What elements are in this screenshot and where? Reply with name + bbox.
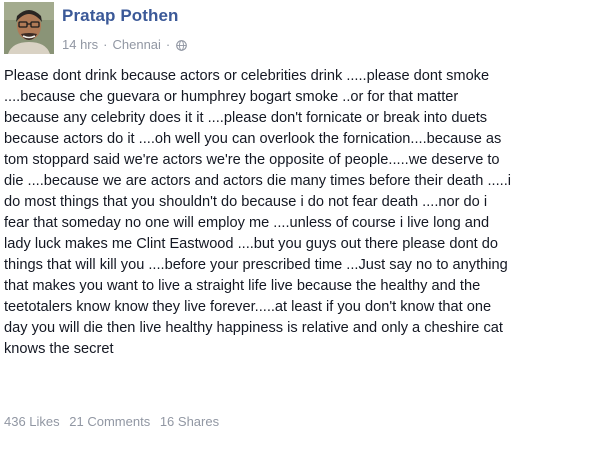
profile-photo [4,2,54,54]
post-text-line: knows the secret [4,341,114,357]
likes-count-link[interactable]: 436 Likes [4,414,60,429]
post-text-line: teetotalers know know they live forever.… [4,299,492,315]
meta-separator: · [165,37,171,52]
post-body: Please dont drink because actors or cele… [4,66,598,360]
post-meta: 14 hrs · Chennai · [62,37,188,52]
post-text-line: fear that someday no one will employ me … [4,215,490,231]
post-time[interactable]: 14 hrs [62,37,98,52]
facebook-post: Pratap Pothen 14 hrs · Chennai · Please … [0,0,600,450]
post-text-line: die ....because we are actors and actors… [4,173,511,189]
post-text-line: ....because che guevara or humphrey boga… [4,89,459,105]
post-location[interactable]: Chennai [112,37,160,52]
avatar[interactable] [4,2,54,54]
meta-separator: · [103,37,108,52]
post-text-line: that makes you want to live a straight l… [4,278,481,294]
post-text-line: lady luck makes me Clint Eastwood ....bu… [4,236,499,252]
comments-count-link[interactable]: 21 Comments [69,414,150,429]
post-text-line: do most things that you shouldn't do bec… [4,194,488,210]
shares-count-link[interactable]: 16 Shares [160,414,219,429]
post-text-line: things that will kill you ....before you… [4,257,508,273]
post-text-line: Please dont drink because actors or cele… [4,68,490,84]
post-header: Pratap Pothen 14 hrs · Chennai · [0,0,600,60]
post-text-line: because any celebrity does it it ....ple… [4,110,488,126]
post-text-line: because actors do it ....oh well you can… [4,131,502,147]
post-text-line: day you will die then live healthy happi… [4,320,503,336]
post-text-line: tom stoppard said we're actors we're the… [4,152,500,168]
globe-icon[interactable] [176,39,188,51]
post-author[interactable]: Pratap Pothen [62,6,179,26]
post-stats: 436 Likes 21 Comments 16 Shares [4,414,219,429]
